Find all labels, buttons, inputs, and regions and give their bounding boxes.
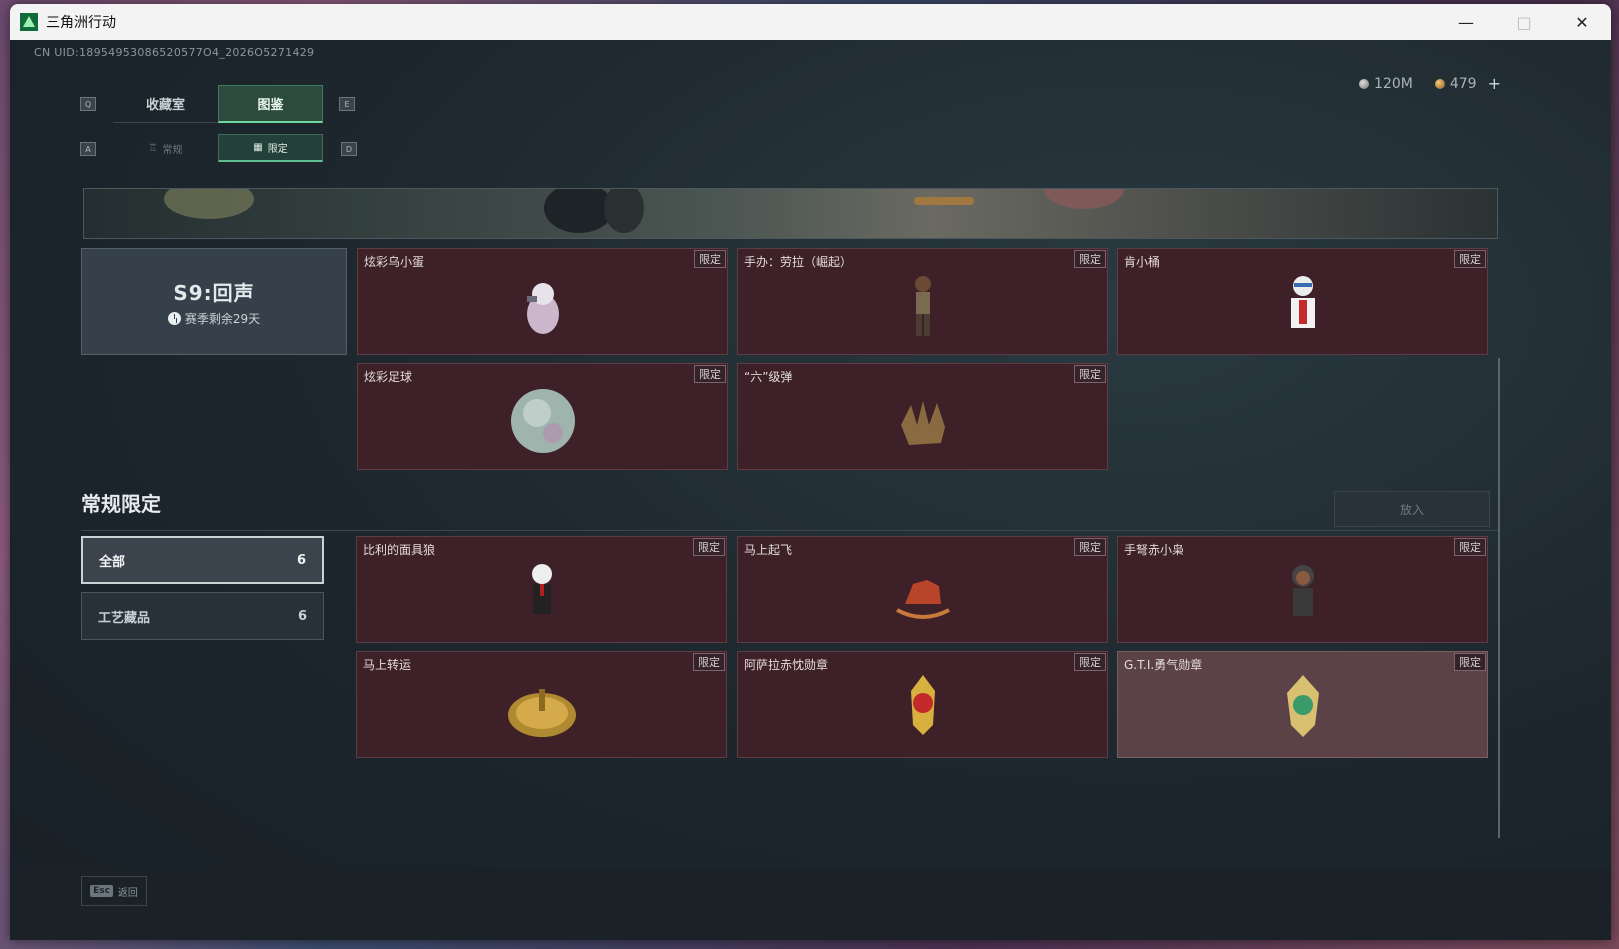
collectible-card[interactable]: 马上起飞 限定 [737,536,1108,643]
place-button[interactable]: 放入 [1334,491,1490,527]
limited-badge: 限定 [693,653,725,671]
tab-prev-key[interactable]: Q [80,97,96,111]
minimize-icon[interactable]: — [1437,4,1495,40]
filter-craft-collectibles[interactable]: 工艺藏品 6 [81,592,324,640]
currency-bar: 120M 479 + [1359,74,1501,93]
top-tabs: 收藏室 图鉴 [113,85,323,123]
colonel-figure-icon [1290,275,1315,328]
card-title: 肯小桶 [1124,255,1161,269]
filter-all[interactable]: 全部 6 [81,536,324,584]
medal-icon [910,674,935,735]
silver-amount: 120M [1374,75,1413,92]
card-title: “六”级弹 [744,370,793,384]
limited-badge: 限定 [1454,538,1486,556]
season-card[interactable]: S9:回声 赛季剩余29天 [81,248,347,355]
card-title: 炫彩足球 [364,370,413,384]
silver-coin-icon [1359,78,1370,89]
silver-currency: 120M [1359,76,1413,92]
limited-badge: 限定 [1454,653,1486,671]
collectible-card[interactable]: G.T.I.勇气勋章 限定 [1117,651,1488,758]
collectible-card[interactable]: 马上转运 限定 [356,651,727,758]
limited-badge: 限定 [694,365,726,383]
tab-next-key[interactable]: E [339,97,355,111]
tab-regular[interactable]: ♖ 常规 [113,134,218,162]
scrollbar[interactable] [1498,358,1500,838]
spinning-coin-icon [507,688,576,737]
soccer-ball-icon [510,388,575,453]
card-title: G.T.I.勇气勋章 [1124,658,1203,672]
app-logo-icon [20,13,38,31]
filter-count: 6 [297,608,307,624]
lara-figure-icon [914,275,931,336]
card-title: 阿萨拉赤忱勋章 [744,658,829,672]
limited-badge: 限定 [1074,250,1106,268]
card-title: 炫彩乌小蛋 [364,255,425,269]
limited-badge: 限定 [694,250,726,268]
tab-collection-room[interactable]: 收藏室 [113,85,218,123]
regular-icon: ♖ [148,142,158,154]
clock-icon [167,311,181,325]
maximize-icon[interactable]: □ [1495,4,1553,40]
limited-badge: 限定 [1454,250,1486,268]
card-title: 手弩赤小枭 [1124,543,1185,557]
gold-amount: 479 [1449,75,1477,92]
gold-coin-icon [1434,78,1445,89]
egg-figure-icon [526,282,559,334]
season-banner-image [83,188,1498,239]
section-divider [81,530,1499,531]
tab-limited[interactable]: ▦ 限定 [218,134,323,162]
limited-icon: ▦ [253,142,263,153]
rocking-horse-icon [895,579,950,619]
collectible-card[interactable]: 肯小桶 限定 [1117,248,1488,355]
card-title: 手办：劳拉（崛起） [744,255,853,269]
hooded-figure-icon [1291,564,1314,616]
limited-badge: 限定 [693,538,725,556]
esc-key: Esc [90,885,113,897]
collectible-card[interactable]: 炫彩足球 限定 [357,363,728,470]
title-bar: 三角洲行动 — □ ✕ [10,4,1611,40]
collectible-card[interactable]: 比利的面具狼 限定 [356,536,727,643]
season-remaining: 赛季剩余29天 [167,310,261,327]
tab-limited-label: 限定 [267,144,288,155]
filter-label: 工艺藏品 [98,610,151,626]
collectible-card[interactable]: 炫彩乌小蛋 限定 [357,248,728,355]
season-remaining-text: 赛季剩余29天 [184,311,261,326]
collectible-card[interactable]: 手办：劳拉（崛起） 限定 [737,248,1108,355]
collectible-card[interactable]: 阿萨拉赤忱勋章 限定 [737,651,1108,758]
card-title: 马上转运 [363,658,412,672]
hand-gesture-icon [900,400,945,445]
subtab-prev-key[interactable]: A [80,142,96,156]
add-currency-icon[interactable]: + [1488,74,1501,93]
window-title: 三角洲行动 [46,15,116,31]
main-stage: CN UID:18954953086520577O4_2026O5271429 … [10,40,1611,940]
tab-regular-label: 常规 [162,144,183,156]
card-title: 马上起飞 [744,543,793,557]
limited-badge: 限定 [1074,365,1106,383]
back-button[interactable]: Esc 返回 [81,876,147,906]
tab-catalog[interactable]: 图鉴 [218,85,323,123]
collectible-card[interactable]: 手弩赤小枭 限定 [1117,536,1488,643]
filter-count: 6 [296,552,306,568]
close-icon[interactable]: ✕ [1553,4,1611,40]
card-title: 比利的面具狼 [363,543,436,557]
app-window: 三角洲行动 — □ ✕ CN UID:18954953086520577O4_2… [10,4,1611,940]
subtab-next-key[interactable]: D [341,142,357,156]
limited-badge: 限定 [1074,653,1106,671]
section-title: 常规限定 [81,492,161,516]
gold-currency: 479 + [1434,74,1501,93]
puppet-figure-icon [531,563,552,614]
user-uid: CN UID:18954953086520577O4_2026O5271429 [34,46,315,59]
limited-badge: 限定 [1074,538,1106,556]
season-title: S9:回声 [173,280,255,305]
bottom-bar [10,868,1611,940]
collectible-card[interactable]: “六”级弹 限定 [737,363,1108,470]
medal-icon [1286,674,1319,737]
filter-label: 全部 [99,554,126,570]
back-label: 返回 [117,887,138,899]
sub-tabs: ♖ 常规 ▦ 限定 [113,134,323,162]
